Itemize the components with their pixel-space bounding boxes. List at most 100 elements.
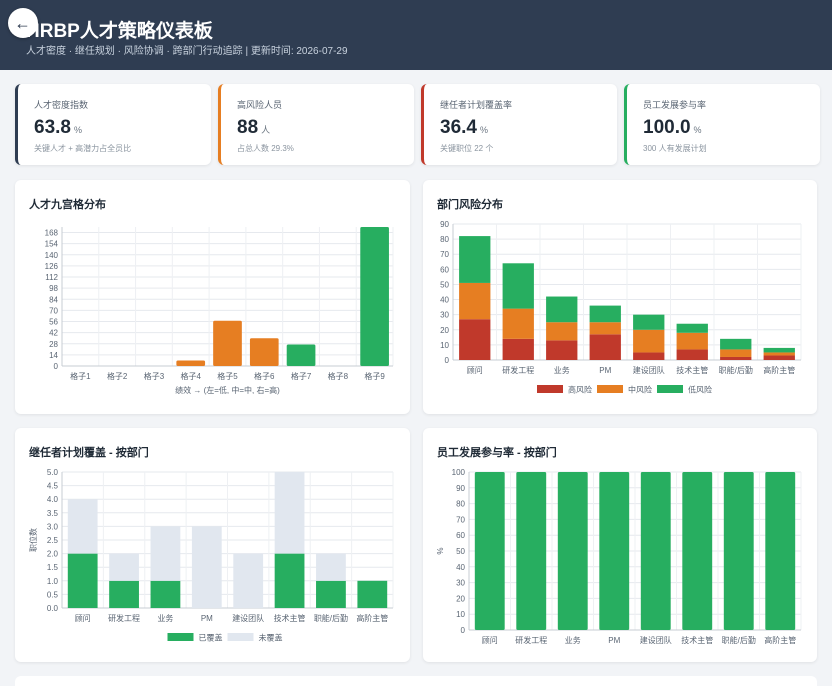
kpi-number: 36.4 [440, 117, 477, 138]
y-tick-label: 0 [445, 356, 450, 365]
x-tick-label: 技术主管 [274, 613, 306, 623]
dev-rate-chart-card: 员工发展参与率 - 按部门 0 10 20 30 40 50 60 70 80 90 100 顾问 研发… [423, 428, 817, 662]
bar [723, 472, 754, 630]
bar [176, 360, 206, 366]
y-tick-label: 1.0 [47, 577, 59, 586]
bar [599, 472, 630, 630]
y-tick-label: 98 [49, 284, 58, 293]
bar [516, 472, 547, 630]
x-tick-label: 格子6 [254, 371, 275, 381]
dev-rate-chart: 0 10 20 30 40 50 60 70 80 90 100 顾问 研发工程 业务 PM 建设团队 技术主管… [436, 468, 802, 645]
x-tick-label: 技术主管 [676, 365, 708, 375]
kpi-card-succession-coverage: 继任者计划覆盖率 36.4% 关键职位 22 个 [421, 84, 617, 165]
y-tick-label: 0.0 [47, 604, 59, 613]
x-tick-label: 建设团队 [232, 613, 264, 623]
bar-segment [546, 296, 578, 323]
bar-segment [274, 553, 305, 608]
legend-label: 已覆盖 [199, 633, 223, 643]
x-tick-label: 研发工程 [515, 635, 547, 645]
bar-segment [459, 282, 491, 320]
y-tick-label: 70 [456, 515, 465, 524]
succession-chart-card: 继任者计划覆盖 - 按部门 0.0 0.5 1.0 1.5 2.0 2.5 3.0 3.5 4.… [15, 428, 410, 662]
bar [474, 472, 505, 630]
dashboard-header: ← HRBP人才策略仪表板 人才密度 · 继任规划 · 风险协调 · 跨部门行动… [0, 0, 832, 70]
bar-segment [233, 553, 264, 608]
bar-segment [67, 499, 98, 554]
dept-risk-chart-card: 部门风险分布 0 10 20 30 40 50 60 70 80 90 顾问 研发工程 业务 PM 建设团队… [423, 180, 817, 414]
y-tick-label: 80 [456, 500, 465, 509]
bar-segment [633, 329, 665, 353]
y-tick-label: 30 [456, 579, 465, 588]
bar-segment [720, 349, 752, 357]
y-tick-label: 4.5 [47, 482, 59, 491]
bar-segment [633, 314, 665, 330]
next-card-edge [15, 676, 817, 686]
bar-segment [502, 263, 534, 309]
x-tick-label: 研发工程 [108, 613, 140, 623]
bar-segment [191, 526, 222, 608]
bar-segment [150, 580, 181, 608]
legend-swatch [167, 633, 194, 641]
legend-swatch [657, 385, 683, 393]
x-tick-label: 高阶主管 [764, 635, 796, 645]
succession-chart: 0.0 0.5 1.0 1.5 2.0 2.5 3.0 3.5 4.0 4.5 5.0 顾问 研发工程 业… [28, 468, 394, 643]
x-tick-label: 研发工程 [502, 365, 534, 375]
kpi-note: 占总人数 29.3% [237, 144, 294, 153]
bar-segment [720, 356, 752, 360]
y-tick-label: 90 [440, 220, 449, 229]
x-tick-label: 高阶主管 [356, 613, 388, 623]
y-tick-label: 126 [45, 262, 59, 271]
bar-segment [67, 553, 98, 608]
legend-label: 未覆盖 [259, 633, 283, 643]
bar-segment [589, 322, 621, 335]
y-tick-label: 80 [440, 235, 449, 244]
bar-segment [109, 553, 139, 581]
bar-segment [763, 355, 795, 360]
y-tick-label: 1.5 [47, 563, 59, 572]
kpi-note: 300 人有发展计划 [643, 144, 707, 153]
bar [360, 227, 389, 366]
kpi-number: 63.8 [34, 117, 71, 138]
kpi-value: 88 人 [237, 117, 270, 139]
y-axis-label: % [436, 547, 445, 554]
kpi-note: 关键人才 + 高潜力占全员比 [34, 144, 132, 153]
x-tick-label: 高阶主管 [763, 365, 795, 375]
bar [682, 472, 713, 630]
bar-segment [676, 323, 708, 333]
y-tick-label: 3.0 [47, 522, 59, 531]
kpi-unit: % [479, 125, 488, 135]
ninebox-chart: 0 14 28 42 56 70 84 98 112 126 140 154 168 格子1 格子2 格子3 格… [45, 227, 394, 395]
y-tick-label: 90 [456, 484, 465, 493]
x-tick-label: 顾问 [482, 636, 498, 645]
y-tick-label: 2.5 [47, 536, 59, 545]
bar-segment [763, 347, 795, 353]
kpi-value: 63.8% [34, 117, 82, 139]
kpi-number: 100.0 [643, 117, 691, 138]
kpi-unit: 人 [261, 125, 271, 135]
y-tick-label: 50 [440, 280, 449, 289]
x-tick-label: PM [608, 636, 620, 645]
kpi-label: 继任者计划覆盖率 [440, 100, 513, 110]
y-tick-label: 10 [440, 341, 449, 350]
y-tick-label: 0.5 [47, 590, 59, 599]
bar-segment [502, 338, 534, 360]
bar-segment [109, 580, 139, 608]
x-axis-label: 绩效 → (左=低, 中=中, 右=高) [175, 385, 280, 395]
y-tick-label: 60 [440, 265, 449, 274]
bar [249, 338, 279, 366]
y-tick-label: 5.0 [47, 468, 59, 477]
y-tick-label: 3.5 [47, 509, 59, 518]
y-axis-label: 职位数 [28, 528, 38, 552]
y-tick-label: 154 [45, 240, 59, 249]
page-subtitle: 人才密度 · 继任规划 · 风险协调 · 跨部门行动追踪 | 更新时间: 202… [26, 46, 348, 57]
kpi-value: 100.0% [643, 117, 702, 139]
x-tick-label: 格子4 [180, 371, 201, 381]
bar-segment [459, 236, 491, 283]
legend-swatch [227, 633, 254, 641]
bar-segment [676, 332, 708, 350]
bar [765, 472, 796, 630]
bar-segment [633, 352, 665, 360]
bar-segment [676, 349, 708, 360]
x-tick-label: 职能/后勤 [722, 635, 756, 645]
x-tick-label: 技术主管 [681, 635, 713, 645]
